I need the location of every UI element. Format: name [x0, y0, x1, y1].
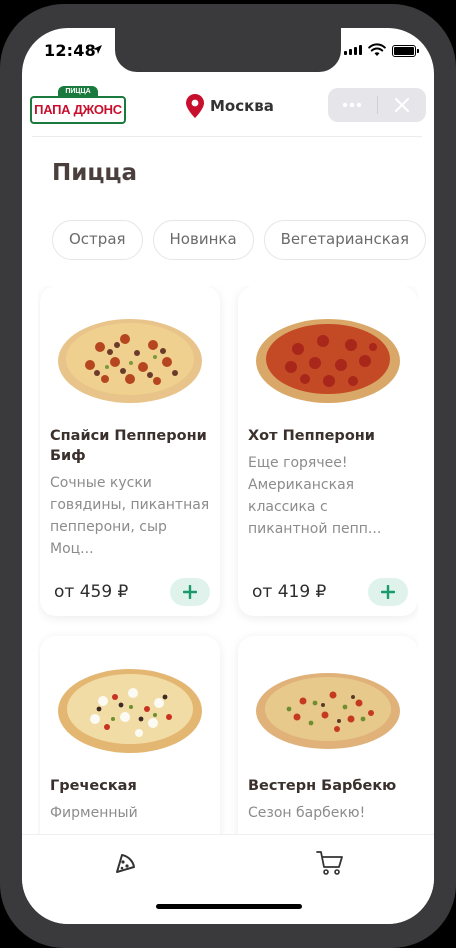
- product-name: Спайси Пепперони Биф: [50, 428, 207, 464]
- wifi-icon: [368, 43, 386, 56]
- app-screen: 12:48 ПИЦЦА ПАПА ДЖОНС Москва Пицца Остр…: [22, 28, 434, 924]
- product-image: [54, 296, 206, 418]
- home-indicator[interactable]: [156, 904, 302, 909]
- product-description: Сезон барбекю!: [248, 805, 366, 821]
- pizza-image: [58, 319, 202, 403]
- product-image: [252, 646, 404, 768]
- product-card[interactable]: Хот Пепперони Еще горячее! Американская …: [238, 286, 418, 616]
- product-image: [252, 296, 404, 418]
- product-card[interactable]: Вестерн Барбекю Сезон барбекю!: [238, 636, 418, 834]
- plus-icon: [381, 585, 395, 599]
- product-description: Еще горячее! Американская классика с пик…: [248, 455, 382, 537]
- battery-icon: [392, 45, 419, 57]
- bottom-tab-bar: [22, 834, 434, 924]
- product-name: Хот Пепперони: [248, 428, 375, 444]
- product-image: [54, 646, 206, 768]
- cellular-signal-icon: [344, 45, 362, 55]
- tab-cart[interactable]: [314, 847, 346, 879]
- more-dots-icon: [343, 102, 362, 108]
- add-to-cart-button[interactable]: [170, 578, 210, 606]
- header-divider: [32, 136, 422, 137]
- filter-chip-new[interactable]: Новинка: [152, 220, 254, 260]
- location-selector[interactable]: Москва: [186, 94, 274, 118]
- app-header: ПИЦЦА ПАПА ДЖОНС Москва: [22, 80, 434, 136]
- filter-chip-vegetarian[interactable]: Вегетарианская: [263, 220, 426, 260]
- logo-main-text: ПАПА ДЖОНС: [30, 96, 126, 124]
- tab-menu[interactable]: [110, 847, 142, 879]
- product-description: Сочные куски говядины, пикантная пепперо…: [50, 475, 210, 557]
- product-name: Вестерн Барбекю: [248, 778, 397, 794]
- product-grid: Спайси Пепперони Биф Сочные куски говяди…: [38, 286, 418, 834]
- pizza-image: [256, 673, 400, 749]
- filter-chip-spicy[interactable]: Острая: [52, 220, 143, 260]
- pizza-image: [58, 669, 202, 753]
- pizza-image: [256, 319, 400, 403]
- device-frame: 12:48 ПИЦЦА ПАПА ДЖОНС Москва Пицца Остр…: [0, 4, 456, 948]
- location-label: Москва: [210, 97, 274, 115]
- close-button[interactable]: [377, 88, 426, 122]
- cart-icon: [316, 851, 343, 875]
- product-card[interactable]: Греческая Фирменный: [40, 636, 220, 834]
- close-icon: [394, 97, 409, 113]
- mini-app-controls: [328, 88, 426, 122]
- more-button[interactable]: [328, 88, 377, 122]
- status-time: 12:48: [44, 41, 96, 60]
- pizza-slice-icon: [116, 854, 135, 873]
- map-pin-icon: [186, 94, 204, 118]
- product-description: Фирменный: [50, 805, 138, 821]
- location-arrow-icon: [93, 45, 102, 54]
- product-price: от 459 ₽: [54, 582, 129, 602]
- page-title: Пицца: [52, 160, 137, 186]
- plus-icon: [183, 585, 197, 599]
- product-name: Греческая: [50, 778, 137, 794]
- add-to-cart-button[interactable]: [368, 578, 408, 606]
- device-notch: [115, 28, 341, 72]
- brand-logo[interactable]: ПИЦЦА ПАПА ДЖОНС: [30, 86, 126, 126]
- product-price: от 419 ₽: [252, 582, 327, 602]
- filter-chips: Острая Новинка Вегетарианская: [52, 220, 434, 262]
- product-card[interactable]: Спайси Пепперони Биф Сочные куски говяди…: [40, 286, 220, 616]
